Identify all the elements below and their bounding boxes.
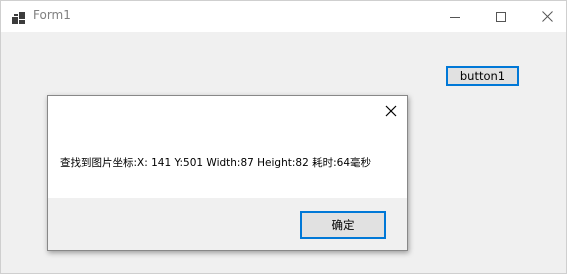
button1[interactable]: button1 [446, 66, 519, 86]
message-text: 查找到图片坐标:X: 141 Y:501 Width:87 Height:82 … [60, 157, 372, 169]
app-icon [12, 10, 25, 24]
close-icon [385, 102, 397, 121]
window-close-button[interactable] [524, 1, 567, 32]
ok-button[interactable]: 确定 [300, 211, 386, 239]
window-title: Form1 [33, 8, 71, 22]
message-box-footer: 确定 [48, 198, 407, 250]
maximize-button[interactable] [478, 1, 524, 32]
minimize-button[interactable] [432, 1, 478, 32]
message-box-close-button[interactable] [383, 103, 399, 119]
minimize-icon [450, 12, 460, 22]
main-window: Form1 button1 查找到图片坐标:X: 141 Y:501 Width… [0, 0, 567, 274]
message-box-dialog: 查找到图片坐标:X: 141 Y:501 Width:87 Height:82 … [47, 95, 408, 251]
maximize-icon [496, 11, 506, 22]
close-icon [541, 11, 553, 22]
title-bar[interactable]: Form1 [1, 1, 566, 32]
